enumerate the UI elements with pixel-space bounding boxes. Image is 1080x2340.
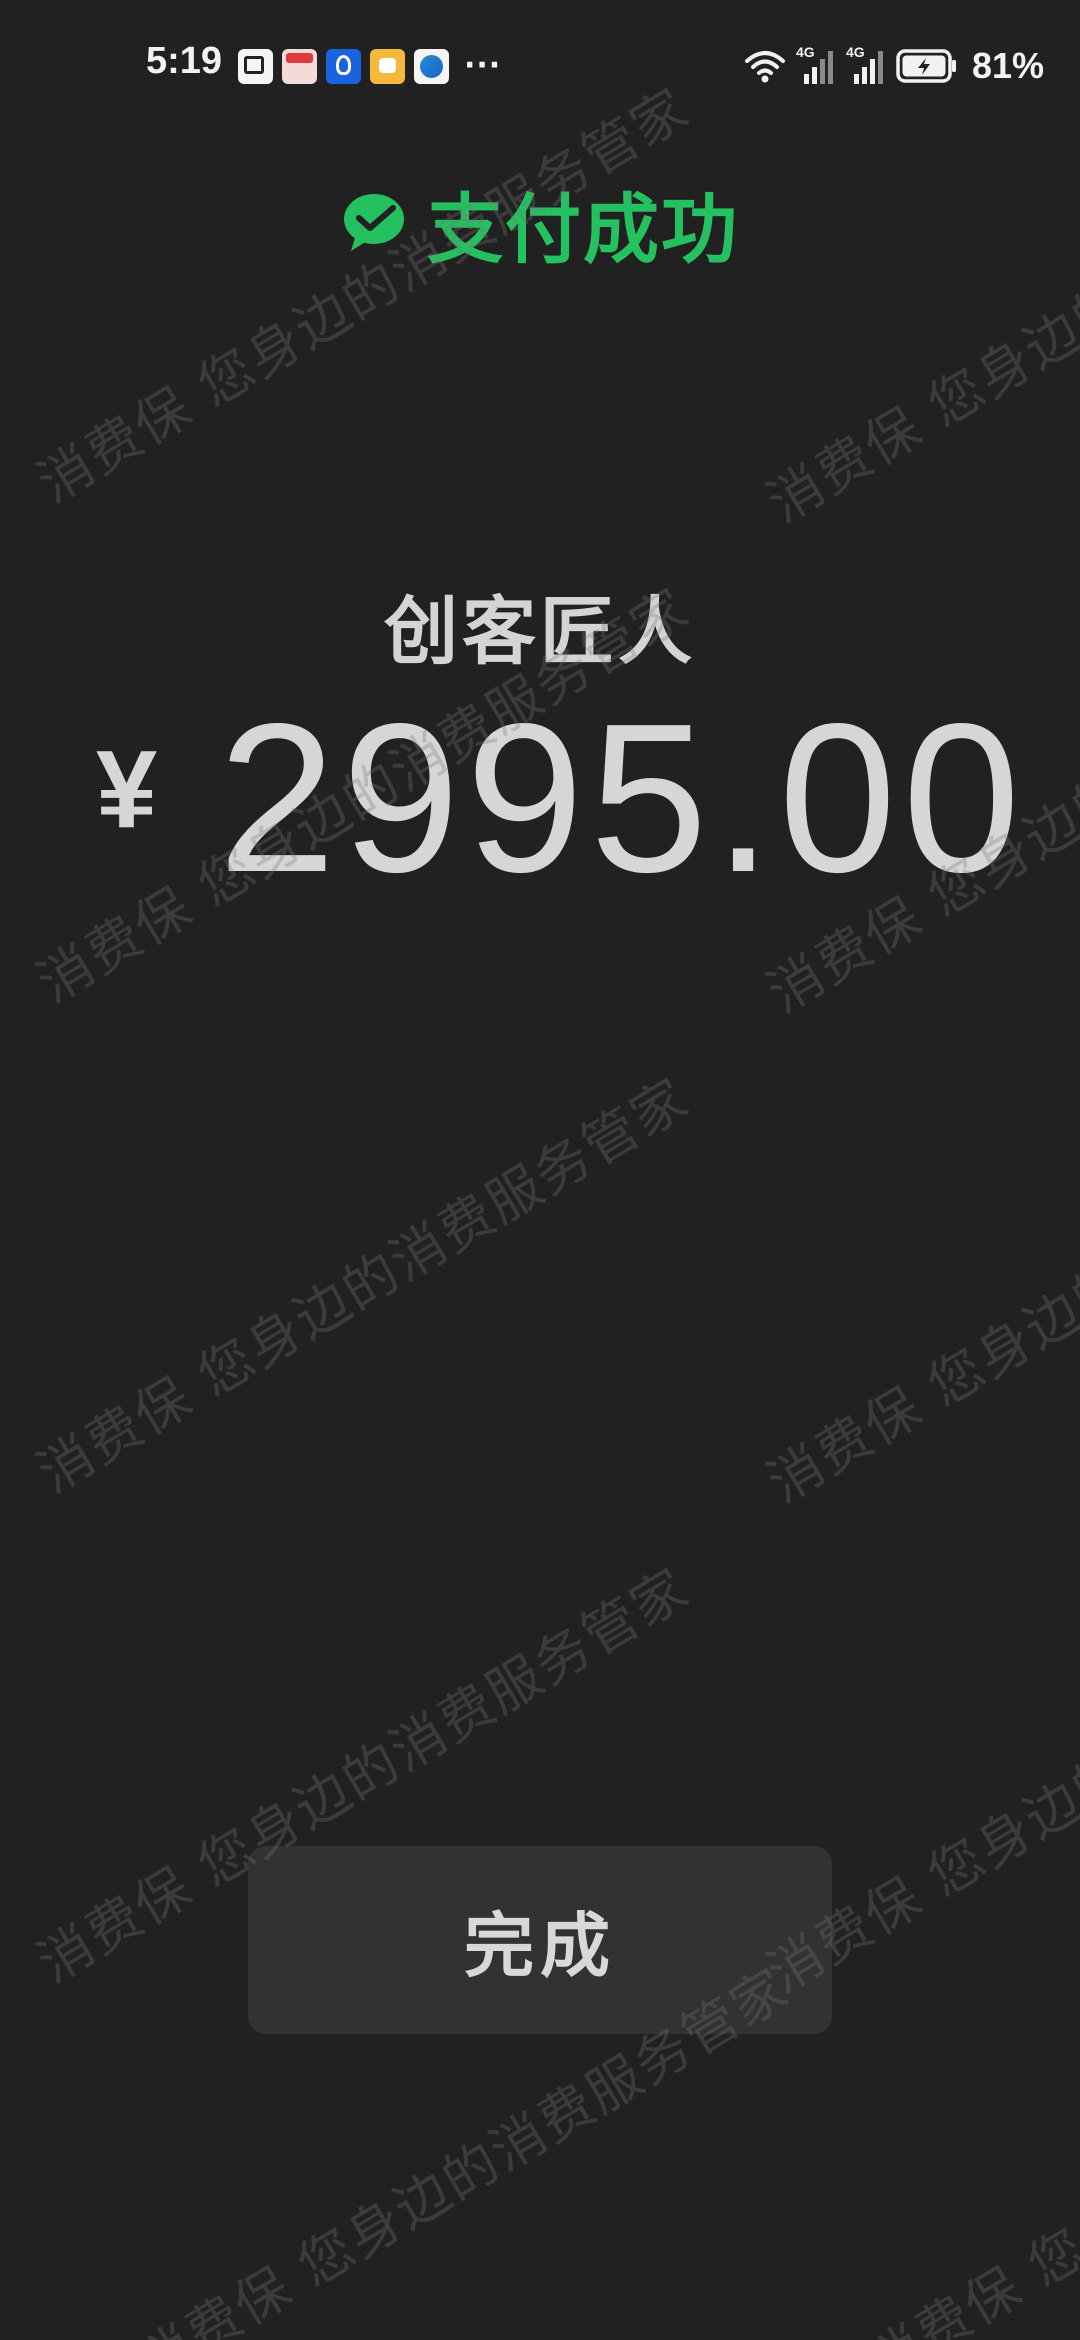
watermark-text: 消费保 您身边的消费服务管家 [856,1956,1080,2340]
wechat-pay-check-icon [341,188,411,258]
payment-success-header: 支付成功 [0,168,1080,278]
merchant-name: 创客匠人 [384,589,696,675]
more-notifications-icon: ··· [464,48,502,83]
signal-icon-sim2: 4G [845,44,886,86]
done-button[interactable]: 完成 [248,1846,832,2034]
message-app-icon [370,48,405,84]
success-title: 支付成功 [427,185,739,274]
amount-row: ¥ 2995.00 [0,692,1080,904]
signal-icon-sim1: 4G [795,44,836,86]
notification-icons: ··· [238,48,501,84]
network-type-sim1: 4G [795,44,815,60]
status-bar: 5:19 ··· 4G 4G 81% [0,0,1080,130]
wifi-icon [744,48,786,84]
battery-percentage: 81% [971,45,1044,86]
currency-symbol: ¥ [96,728,158,851]
watermark-text: 消费保 您身边的消费服务管家 [756,96,1080,536]
gallery-alert-icon [238,48,273,84]
watermark-text: 消费保 您身边的消费服务管家 [26,76,700,516]
status-time: 5:19 [146,40,223,82]
watermark-text: 消费保 您身边的消费服务管家 [26,1066,700,1506]
network-type-sim2: 4G [845,44,865,60]
box-app-icon [282,48,317,84]
browser-app-icon [414,48,449,84]
bulb-app-icon [326,48,361,84]
status-right: 4G 4G 81% [744,44,1044,88]
done-button-label: 完成 [464,1904,616,1987]
watermark-text: 消费保 您身边的消费服务管家 [756,1076,1080,1516]
payment-amount: 2995.00 [218,679,1027,916]
battery-icon [896,49,958,83]
